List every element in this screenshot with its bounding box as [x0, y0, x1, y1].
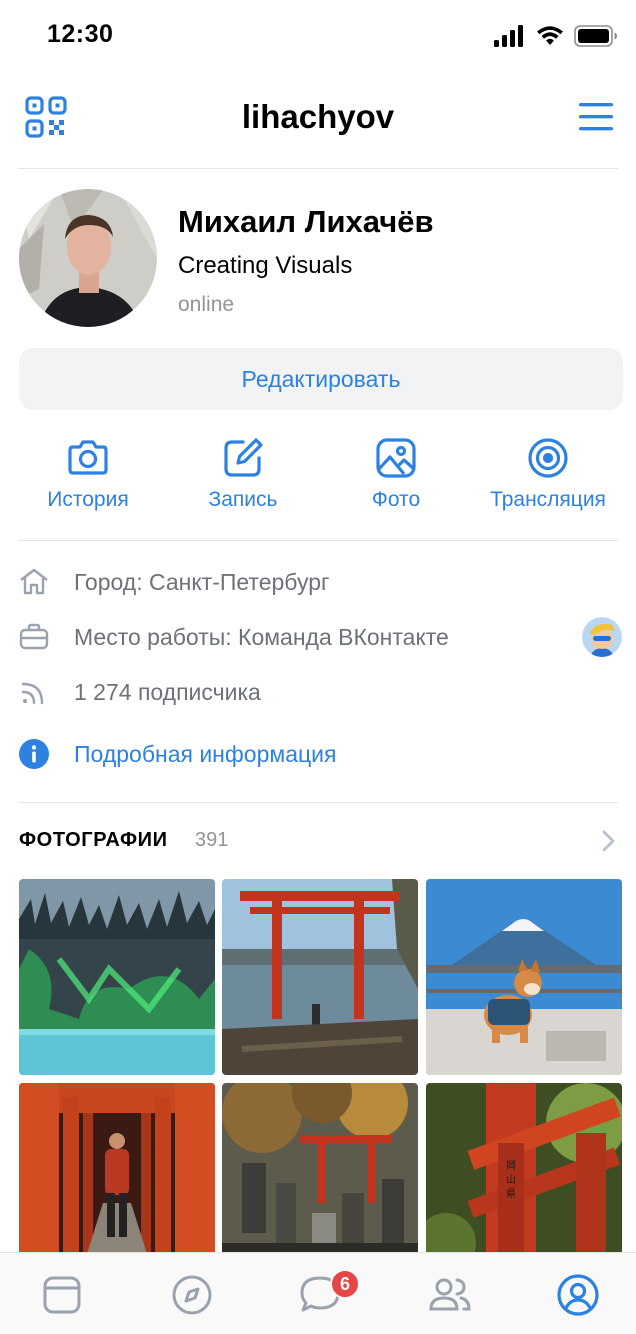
avatar-image: [19, 189, 157, 327]
tab-profile[interactable]: [556, 1273, 600, 1317]
post-button[interactable]: Запись: [168, 436, 318, 512]
tab-discover[interactable]: [170, 1273, 214, 1317]
camera-icon: [68, 440, 108, 475]
edit-profile-button[interactable]: Редактировать: [19, 348, 623, 410]
avatar[interactable]: [19, 189, 157, 327]
friends-icon: [429, 1278, 471, 1311]
header-divider: [18, 168, 618, 169]
actions-divider: [18, 540, 618, 541]
tab-feed[interactable]: [40, 1273, 84, 1317]
svg-text:県: 県: [506, 1188, 516, 1200]
photos-title[interactable]: ФОТОГРАФИИ: [19, 829, 168, 852]
photo-torii-gate-lake: [222, 879, 418, 1075]
messages-badge: 6: [330, 1269, 360, 1299]
chevron-right-icon: [602, 830, 615, 852]
info-divider: [18, 802, 618, 803]
photo-thumbnail[interactable]: [222, 879, 418, 1075]
photos-count: 391: [195, 829, 229, 851]
photo-torii-tunnel-man: [19, 1083, 215, 1279]
story-label: История: [47, 488, 129, 511]
menu-button[interactable]: [578, 100, 614, 134]
compass-icon: [172, 1275, 212, 1315]
svg-text:山: 山: [506, 1174, 516, 1186]
photo-shiba-fuji: [426, 879, 622, 1075]
bottom-tab-bar: [0, 1252, 636, 1334]
post-label: Запись: [208, 488, 278, 511]
cellular-signal-icon: [494, 25, 523, 47]
tab-friends[interactable]: [428, 1273, 472, 1317]
photo-icon: [376, 438, 416, 478]
profile-status[interactable]: Creating Visuals: [178, 252, 352, 280]
photos-chevron-button[interactable]: [598, 828, 618, 854]
more-info-row[interactable]: Подробная информация: [0, 734, 636, 774]
status-icons: [494, 22, 618, 50]
profile-username: lihachyov: [241, 98, 395, 135]
rss-icon: [21, 682, 44, 705]
online-status: online: [178, 293, 235, 316]
svg-text:岡: 岡: [506, 1160, 516, 1172]
photo-button[interactable]: Фото: [321, 436, 471, 512]
photo-label: Фото: [371, 488, 421, 511]
photo-thumbnail[interactable]: 岡 山 県: [426, 1083, 622, 1279]
info-work-row[interactable]: Место работы: Команда ВКонтакте: [0, 617, 636, 657]
status-bar: 12:30: [0, 0, 636, 70]
photo-shrine-graveyard: [222, 1083, 418, 1279]
story-button[interactable]: История: [13, 436, 163, 512]
photo-thumbnail[interactable]: [222, 1083, 418, 1279]
broadcast-icon: [528, 438, 568, 478]
info-followers: 1 274 подписчика: [74, 679, 261, 705]
edit-icon: [224, 438, 263, 477]
wifi-icon: [537, 26, 563, 45]
more-info-link: Подробная информация: [74, 741, 337, 767]
profile-icon: [557, 1274, 599, 1316]
hamburger-menu-icon: [579, 103, 613, 131]
top-header: lihachyov: [0, 70, 636, 170]
battery-icon: [574, 25, 617, 47]
feed-icon: [43, 1276, 81, 1314]
info-city-row: Город: Санкт-Петербург: [0, 562, 636, 602]
info-icon: [19, 739, 49, 769]
broadcast-label: Трансляция: [490, 488, 606, 511]
info-work: Место работы: Команда ВКонтакте: [74, 624, 449, 650]
photo-thumbnail[interactable]: [19, 879, 215, 1075]
home-icon: [20, 568, 48, 595]
profile-name: Михаил Лихачёв: [178, 204, 434, 239]
company-logo-image: [582, 617, 622, 657]
info-city: Город: Санкт-Петербург: [74, 569, 330, 595]
photo-thumbnail[interactable]: [19, 1083, 215, 1279]
briefcase-icon: [19, 623, 49, 650]
photo-torii-closeup: 岡 山 県: [426, 1083, 622, 1279]
company-logo[interactable]: [582, 617, 622, 657]
photo-glowing-quarry: [19, 879, 215, 1075]
info-followers-row[interactable]: 1 274 подписчика: [0, 672, 636, 712]
status-time: 12:30: [47, 20, 114, 48]
photo-thumbnail[interactable]: [426, 879, 622, 1075]
broadcast-button[interactable]: Трансляция: [473, 436, 623, 512]
